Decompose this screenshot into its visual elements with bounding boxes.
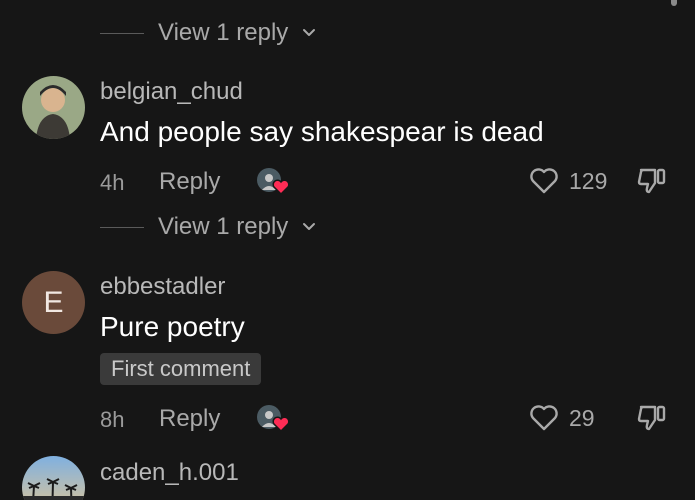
comments-screen: View 1 reply belgian_chud And people say… (0, 0, 695, 500)
avatar[interactable]: E (22, 271, 85, 334)
like-count: 29 (569, 404, 595, 431)
view-replies-label: View 1 reply (158, 19, 289, 46)
view-replies-button[interactable]: View 1 reply (100, 212, 316, 242)
like-button[interactable]: 29 (529, 402, 595, 434)
chevron-down-icon (303, 29, 316, 36)
comment-time: 8h (100, 407, 125, 432)
first-comment-badge: First comment (100, 353, 262, 385)
comment-username[interactable]: caden_h.001 (100, 459, 239, 487)
avatar-initial: E (43, 285, 64, 319)
comment-text: Pure poetry (100, 311, 245, 342)
thumbs-down-icon[interactable] (636, 165, 668, 197)
avatar[interactable] (22, 456, 85, 500)
like-count: 129 (569, 167, 608, 194)
avatar[interactable] (22, 76, 85, 139)
view-replies-label: View 1 reply (158, 213, 289, 240)
scrollbar-thumb[interactable] (671, 0, 677, 6)
like-button[interactable]: 129 (529, 165, 607, 197)
creator-liked-icon (257, 168, 290, 196)
reply-button[interactable]: Reply (159, 405, 220, 433)
thumbs-down-icon[interactable] (636, 402, 668, 434)
comment-text: And people say shakespear is dead (100, 116, 544, 147)
heart-outline-icon (530, 405, 558, 431)
divider-line (100, 226, 144, 228)
heart-outline-icon (530, 168, 558, 194)
comment-username[interactable]: belgian_chud (100, 78, 243, 106)
comment-time: 4h (100, 170, 125, 195)
divider-line (100, 32, 144, 34)
comment-username[interactable]: ebbestadler (100, 273, 225, 301)
chevron-down-icon (303, 223, 316, 230)
creator-liked-icon (257, 405, 290, 433)
view-replies-button[interactable]: View 1 reply (100, 18, 316, 48)
reply-button[interactable]: Reply (159, 168, 220, 196)
